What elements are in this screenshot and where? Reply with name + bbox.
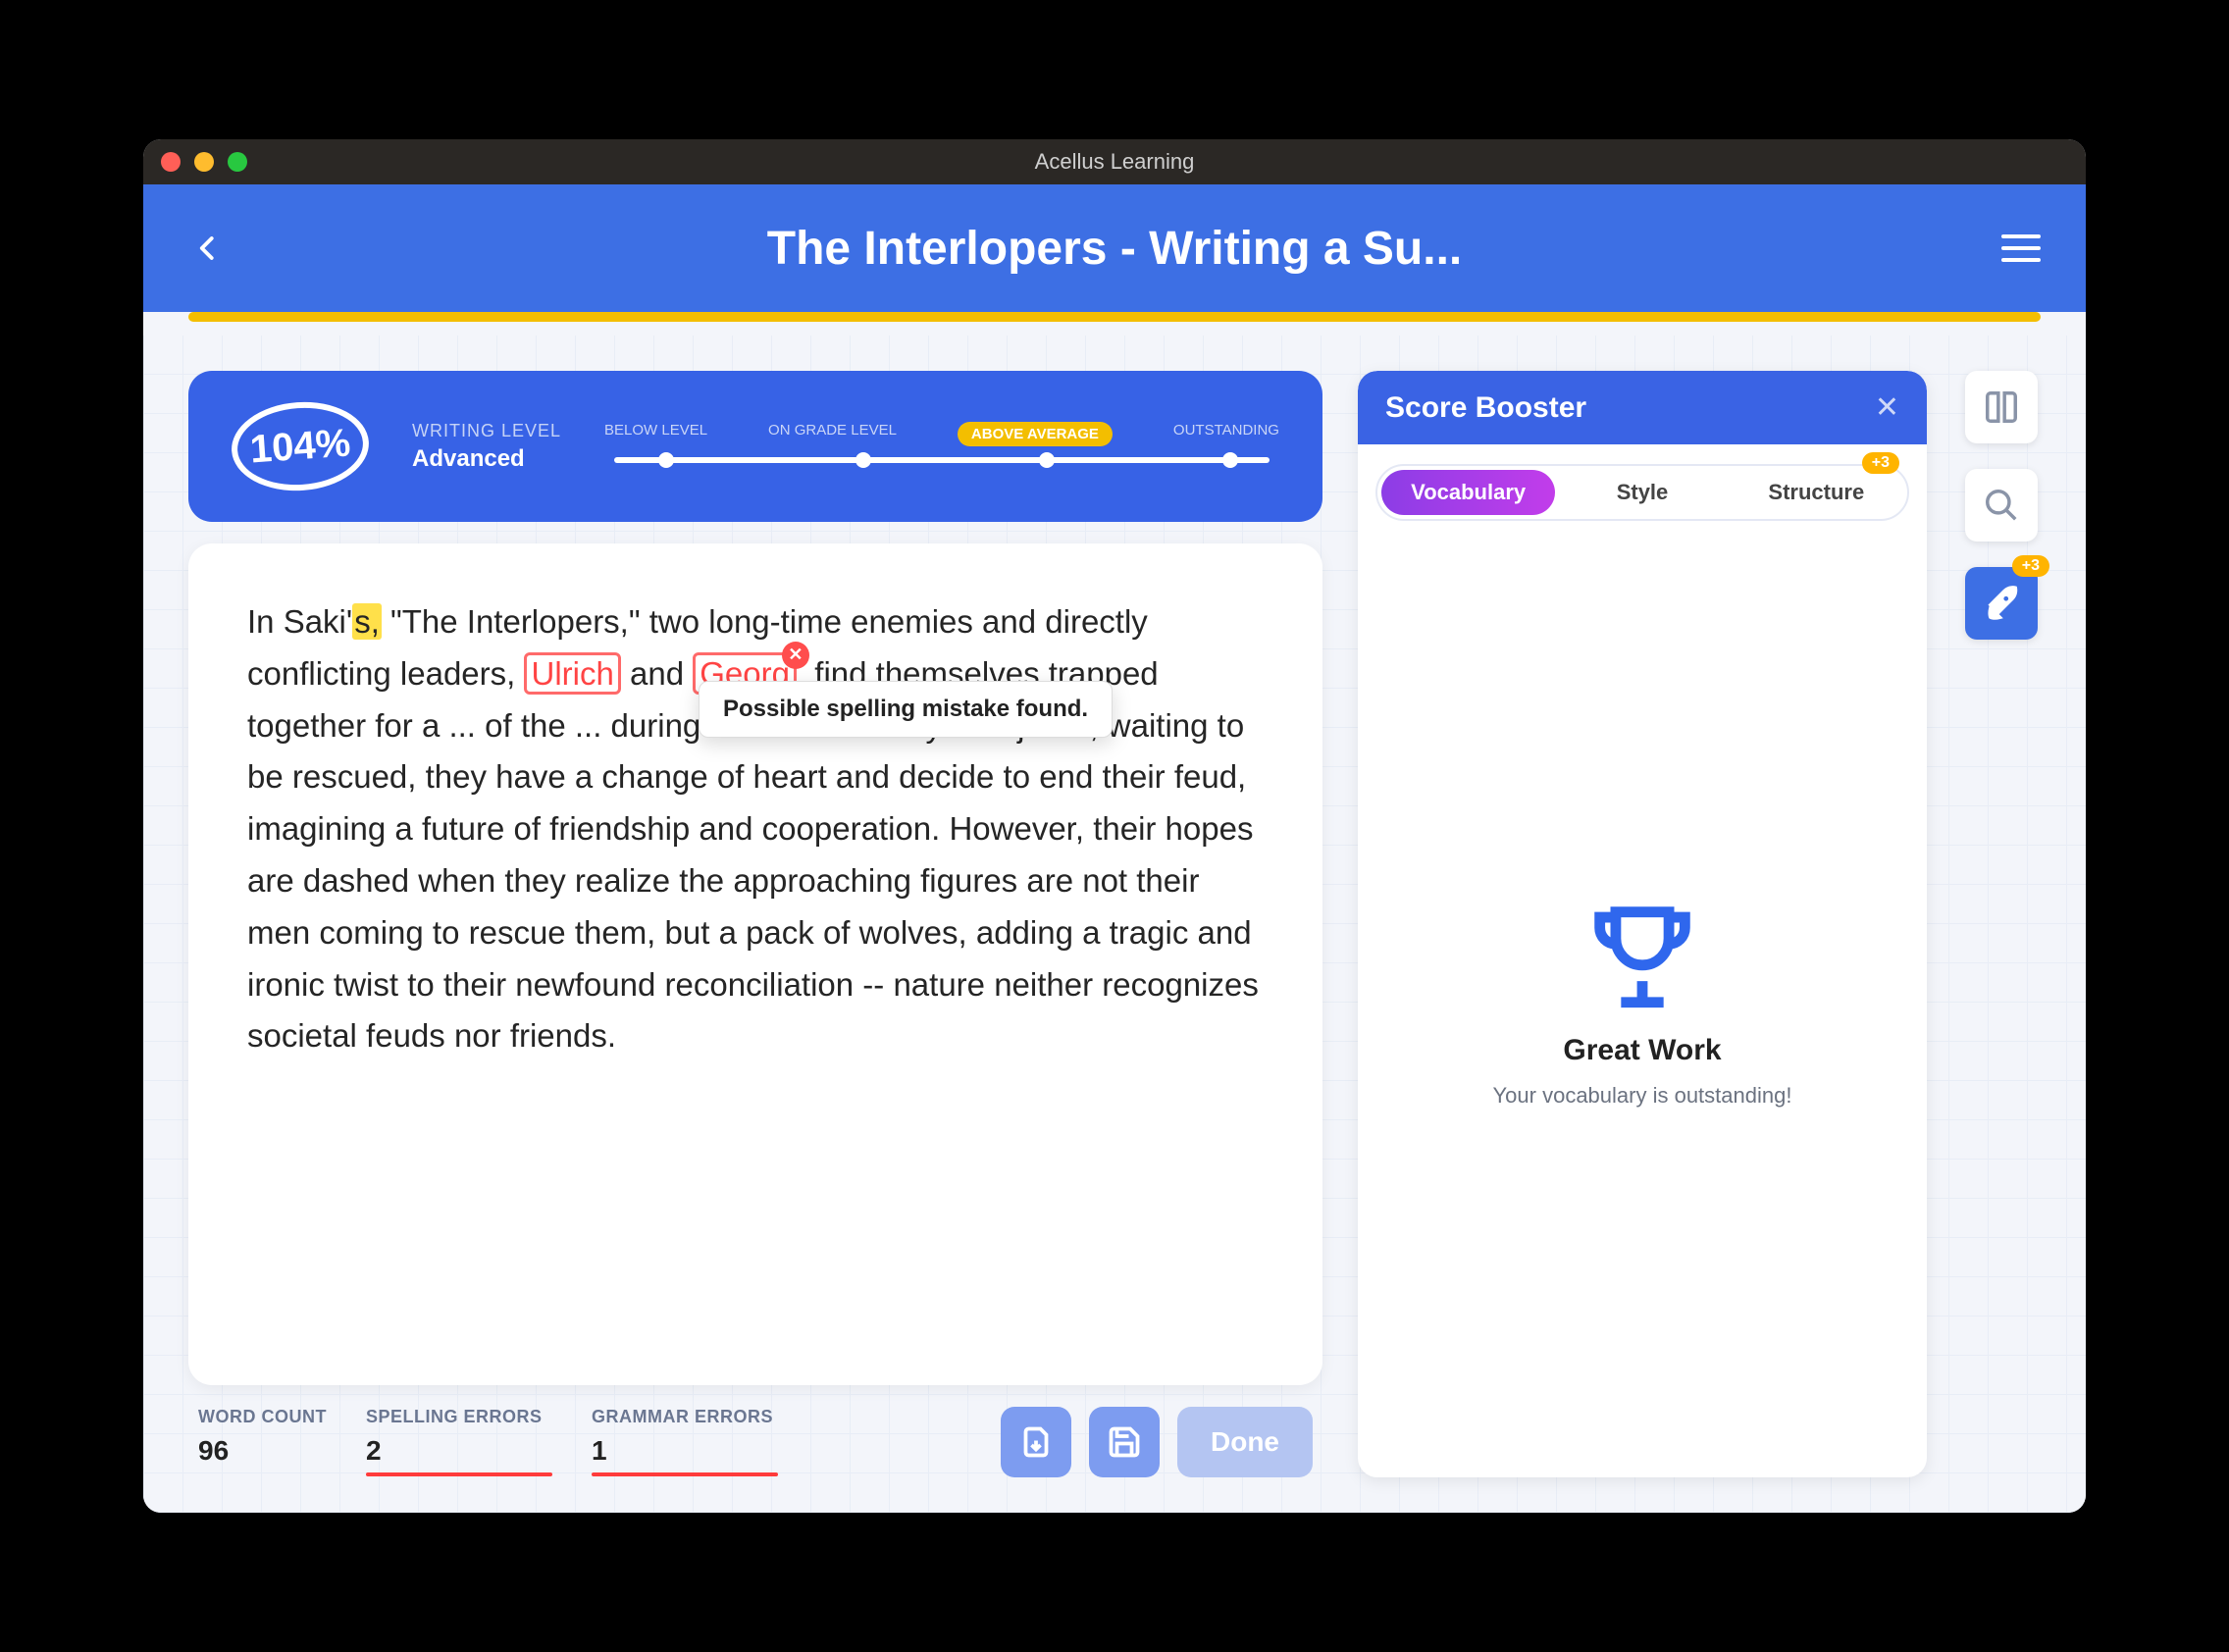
window-minimize-button[interactable] bbox=[194, 152, 214, 172]
book-tool-button[interactable] bbox=[1965, 371, 2038, 443]
tab-structure[interactable]: Structure +3 bbox=[1730, 470, 1903, 515]
booster-subtitle: Your vocabulary is outstanding! bbox=[1493, 1083, 1792, 1109]
booster-tabs: Vocabulary Style Structure +3 bbox=[1375, 464, 1909, 521]
done-button[interactable]: Done bbox=[1177, 1407, 1313, 1477]
tab-vocabulary[interactable]: Vocabulary bbox=[1381, 470, 1555, 515]
chevron-left-icon bbox=[193, 233, 223, 263]
level-step-above-active: ABOVE AVERAGE bbox=[958, 422, 1113, 446]
app-window: Acellus Learning The Interlopers - Writi… bbox=[143, 139, 2086, 1513]
spelling-error-1[interactable]: Ulrich bbox=[524, 652, 620, 695]
book-icon bbox=[1983, 388, 2020, 426]
dismiss-error-button[interactable]: ✕ bbox=[782, 642, 809, 669]
writing-level-label: WRITING LEVEL bbox=[412, 421, 561, 441]
search-tool-button[interactable] bbox=[1965, 469, 2038, 542]
main-column: 104% WRITING LEVEL Advanced BELOW LEVEL … bbox=[188, 371, 1322, 1477]
traffic-lights bbox=[161, 152, 247, 172]
progress-bar bbox=[188, 312, 2041, 322]
writing-score-circle: 104% bbox=[229, 397, 372, 495]
structure-badge: +3 bbox=[1862, 452, 1899, 474]
booster-close-button[interactable]: ✕ bbox=[1875, 390, 1899, 425]
trophy-icon bbox=[1579, 891, 1706, 1018]
word-count-stat: WORD COUNT 96 bbox=[198, 1407, 327, 1467]
spelling-tooltip: Possible spelling mistake found. bbox=[699, 681, 1113, 738]
app-header: The Interlopers - Writing a Su... bbox=[143, 184, 2086, 312]
writing-level-slider: BELOW LEVEL ON GRADE LEVEL ABOVE AVERAGE… bbox=[604, 430, 1279, 463]
level-step-below: BELOW LEVEL bbox=[604, 422, 707, 446]
booster-title: Score Booster bbox=[1385, 391, 1586, 425]
app-title: Acellus Learning bbox=[1035, 149, 1195, 175]
save-button[interactable] bbox=[1089, 1407, 1160, 1477]
level-step-ongrade: ON GRADE LEVEL bbox=[768, 422, 897, 446]
titlebar: Acellus Learning bbox=[143, 139, 2086, 184]
back-button[interactable] bbox=[188, 229, 228, 268]
spelling-errors-stat: SPELLING ERRORS 2 bbox=[366, 1407, 552, 1476]
level-step-outstanding: OUTSTANDING bbox=[1173, 422, 1279, 446]
writing-level-value: Advanced bbox=[412, 445, 561, 473]
booster-body: Great Work Your vocabulary is outstandin… bbox=[1358, 521, 1927, 1477]
search-icon bbox=[1983, 487, 2020, 524]
booster-tool-button[interactable]: +3 bbox=[1965, 567, 2038, 640]
save-icon bbox=[1107, 1424, 1142, 1460]
essay-editor[interactable]: In Saki's, "The Interlopers," two long-t… bbox=[188, 543, 1322, 1385]
tool-column: +3 bbox=[1962, 371, 2041, 1477]
stats-row: WORD COUNT 96 SPELLING ERRORS 2 GRAMMAR … bbox=[188, 1407, 1322, 1477]
document-export-icon bbox=[1018, 1424, 1054, 1460]
page-title: The Interlopers - Writing a Su... bbox=[767, 222, 1463, 276]
grammar-highlight[interactable]: s, bbox=[352, 603, 382, 640]
tab-style[interactable]: Style bbox=[1555, 470, 1729, 515]
essay-text[interactable]: In Saki's, "The Interlopers," two long-t… bbox=[247, 596, 1264, 1062]
booster-header: Score Booster ✕ bbox=[1358, 371, 1927, 444]
content-area: 104% WRITING LEVEL Advanced BELOW LEVEL … bbox=[143, 336, 2086, 1513]
grammar-errors-stat: GRAMMAR ERRORS 1 bbox=[592, 1407, 778, 1476]
booster-great-work: Great Work bbox=[1563, 1034, 1721, 1067]
rocket-icon bbox=[1983, 585, 2020, 622]
booster-tool-badge: +3 bbox=[2012, 555, 2049, 577]
hamburger-menu-button[interactable] bbox=[2001, 229, 2041, 268]
writing-level-card: 104% WRITING LEVEL Advanced BELOW LEVEL … bbox=[188, 371, 1322, 522]
export-button[interactable] bbox=[1001, 1407, 1071, 1477]
window-close-button[interactable] bbox=[161, 152, 181, 172]
window-maximize-button[interactable] bbox=[228, 152, 247, 172]
score-booster-panel: Score Booster ✕ Vocabulary Style Structu… bbox=[1358, 371, 1927, 1477]
